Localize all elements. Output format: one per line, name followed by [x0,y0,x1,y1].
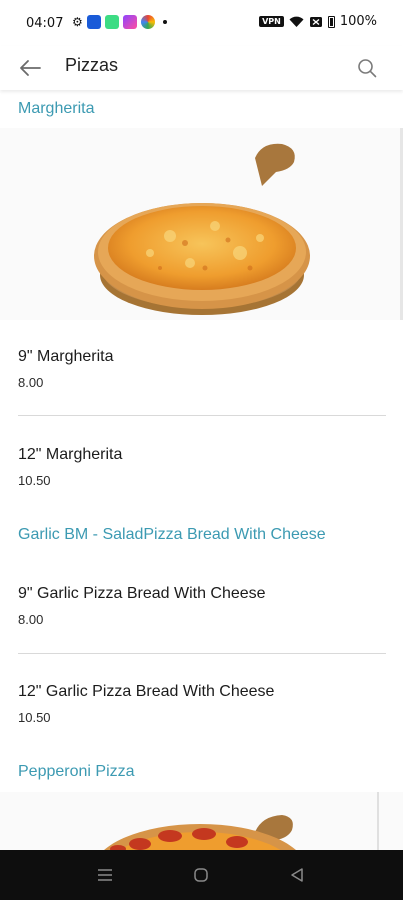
android-icon [104,15,119,29]
wifi-icon [289,16,304,27]
search-button[interactable] [351,52,383,84]
app-notification-icon [122,15,137,29]
section-heading-pepperoni: Pepperoni Pizza [18,763,135,780]
vpn-icon: VPN [259,16,284,27]
divider [18,653,386,654]
divider [18,415,386,416]
item-name: 12" Margherita [18,446,123,463]
item-price: 8.00 [18,612,44,627]
item-name: 9" Margherita [18,348,114,365]
item-price: 10.50 [18,473,51,488]
battery-icon [327,15,335,28]
menu-item[interactable]: 12" Margherita 10.50 [18,446,386,488]
settings-icon: ⚙ [72,15,83,29]
status-time: 04:07 [26,16,64,31]
pizza-image [104,815,296,850]
no-sim-icon [309,16,322,27]
section-heading-margherita: Margherita [18,100,95,117]
nav-back-button[interactable] [286,864,308,886]
battery-level: 100% [339,14,377,29]
more-notifications-dot [162,20,167,24]
menu-lines-icon [98,869,112,881]
photos-icon [140,15,155,29]
menu-list[interactable]: Margherita 9" Margherita 8.00 12" Marghe… [0,90,403,850]
arrow-left-icon [20,60,41,76]
recents-button[interactable] [94,864,116,886]
item-price: 10.50 [18,710,51,725]
margherita-image [0,128,403,320]
item-name: 12" Garlic Pizza Bread With Cheese [18,683,275,700]
status-notification-icons: ⚙ [72,15,167,29]
system-navigation-bar [0,850,403,900]
scrollbar[interactable] [377,792,379,850]
status-bar: 04:07 ⚙ VPN 100% [0,0,403,46]
item-price: 8.00 [18,375,44,390]
triangle-back-icon [291,868,303,882]
pizza-image [94,143,310,315]
status-system-icons: VPN 100% [259,14,377,29]
page-title: Pizzas [65,55,119,75]
menu-item[interactable]: 9" Margherita 8.00 [18,348,386,390]
app-bar: Pizzas [0,46,403,90]
circle-home-icon [194,868,208,882]
home-button[interactable] [190,864,212,886]
section-heading-garlic-bread: Garlic BM - SaladPizza Bread With Cheese [18,526,326,543]
menu-item[interactable]: 12" Garlic Pizza Bread With Cheese 10.50 [18,683,386,725]
search-icon [358,59,377,78]
item-name: 9" Garlic Pizza Bread With Cheese [18,585,266,602]
pepperoni-image [0,792,403,850]
back-button[interactable] [14,52,46,84]
menu-item[interactable]: 9" Garlic Pizza Bread With Cheese 8.00 [18,585,386,627]
app-notification-icon [86,15,101,29]
